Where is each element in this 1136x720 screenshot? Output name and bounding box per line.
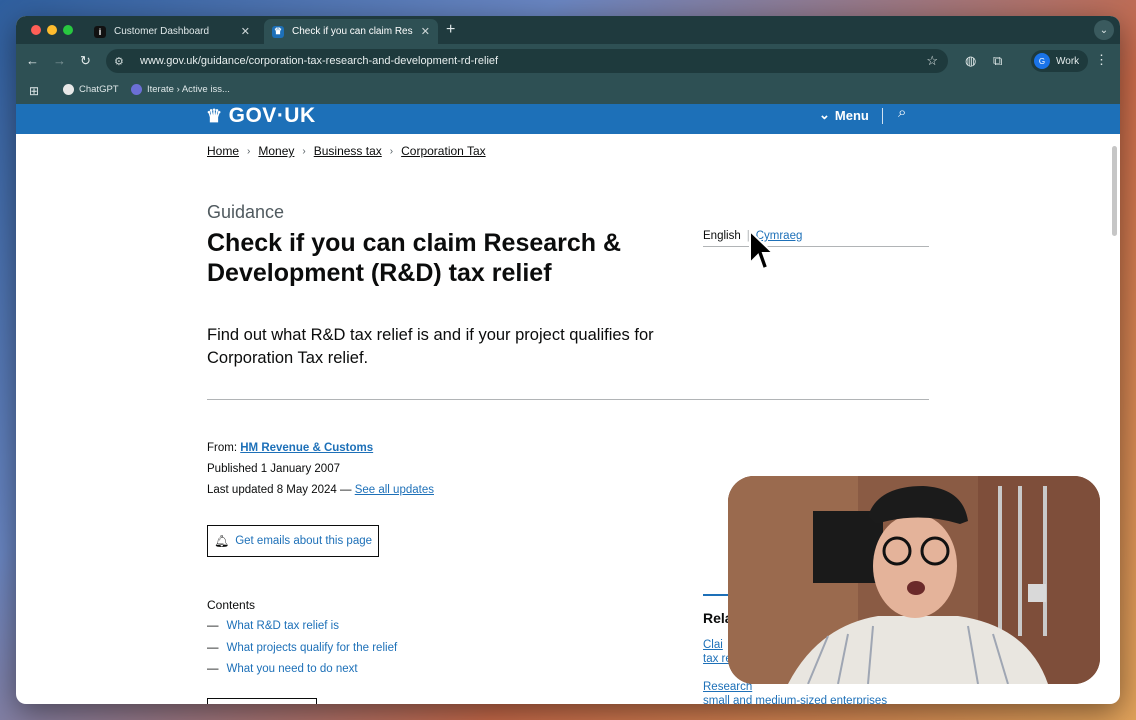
back-arrow-icon[interactable]: ← bbox=[26, 53, 39, 68]
toc-link[interactable]: What R&D tax relief is bbox=[227, 620, 339, 642]
get-emails-button[interactable]: 🔔︎ Get emails about this page bbox=[207, 525, 379, 557]
menu-button[interactable]: ⌄ Menu bbox=[819, 107, 869, 123]
close-window-button[interactable] bbox=[31, 25, 41, 35]
metadata-updated: Last updated 8 May 2024 — See all update… bbox=[207, 484, 434, 496]
lead-paragraph: Find out what R&D tax relief is and if y… bbox=[207, 326, 654, 367]
page-title: Check if you can claim Research & Develo… bbox=[207, 229, 622, 287]
close-tab-icon[interactable]: ✕ bbox=[241, 25, 250, 38]
govuk-crown-icon: ♛ bbox=[272, 25, 284, 38]
minimize-window-button[interactable] bbox=[47, 25, 57, 35]
webcam-video bbox=[728, 476, 1100, 684]
extension-globe-icon[interactable]: ◍ bbox=[965, 53, 976, 69]
chevron-right-icon: › bbox=[247, 145, 251, 157]
related-link-text[interactable]: small and medium-sized enterprises bbox=[703, 695, 887, 704]
breadcrumb: Home › Money › Business tax › Corporatio… bbox=[207, 144, 486, 158]
star-icon[interactable]: ☆ bbox=[926, 53, 938, 69]
bookmark-label: ChatGPT bbox=[79, 84, 119, 95]
bookmark-chatgpt[interactable]: ChatGPT bbox=[63, 84, 119, 95]
section-divider bbox=[207, 399, 929, 400]
see-all-updates-link[interactable]: See all updates bbox=[355, 484, 434, 496]
chevron-right-icon: › bbox=[389, 145, 394, 157]
get-emails-label: Get emails about this page bbox=[235, 535, 373, 547]
chevron-down-icon: ⌄ bbox=[819, 107, 830, 122]
url-text: www.gov.uk/guidance/corporation-tax-rese… bbox=[140, 55, 499, 67]
chatgpt-icon bbox=[63, 84, 74, 95]
toc-link[interactable]: What you need to do next bbox=[227, 663, 358, 685]
contents-heading: Contents bbox=[207, 598, 256, 612]
breadcrumb-business-tax[interactable]: Business tax bbox=[314, 144, 382, 158]
webcam-overlay bbox=[728, 476, 1100, 684]
tab-title: Customer Dashboard bbox=[114, 26, 210, 37]
govuk-logo[interactable]: ♛ GOV·UK bbox=[206, 104, 316, 128]
tab-strip: i Customer Dashboard ✕ ♛ Check if you ca… bbox=[16, 16, 1120, 44]
list-item: — What projects qualify for the relief bbox=[207, 642, 397, 664]
chevron-right-icon: › bbox=[302, 145, 306, 157]
info-icon: i bbox=[94, 25, 106, 38]
metadata-published: Published 1 January 2007 bbox=[207, 463, 340, 475]
metadata-from: From: HM Revenue & Customs bbox=[207, 442, 373, 454]
updated-text: Last updated 8 May 2024 — bbox=[207, 484, 352, 496]
tab-rd-relief[interactable]: ♛ Check if you can claim Researc ✕ bbox=[264, 19, 438, 44]
crown-icon: ♛ bbox=[206, 105, 223, 126]
list-item: — What R&D tax relief is bbox=[207, 620, 397, 642]
bookmarks-bar: ⊞ ChatGPT Iterate › Active iss... bbox=[16, 78, 1120, 104]
language-switcher: English | Cymraeg bbox=[703, 230, 929, 247]
bell-icon: 🔔︎ bbox=[213, 534, 230, 548]
close-tab-icon[interactable]: ✕ bbox=[421, 25, 430, 38]
partial-button[interactable] bbox=[207, 698, 317, 704]
breadcrumb-money[interactable]: Money bbox=[258, 144, 294, 158]
search-icon[interactable]: ⌕ bbox=[898, 104, 906, 121]
reload-icon[interactable]: ↻ bbox=[80, 53, 91, 69]
breadcrumb-corporation-tax[interactable]: Corporation Tax bbox=[401, 144, 486, 158]
menu-label: Menu bbox=[834, 107, 869, 123]
related-link-text[interactable]: Research bbox=[703, 681, 752, 693]
govuk-header: ♛ GOV·UK ⌄ Menu ⌕ bbox=[16, 104, 1120, 134]
related-link-text[interactable]: Clai bbox=[703, 639, 723, 651]
from-label: From: bbox=[207, 442, 238, 454]
govuk-logo-text: GOV·UK bbox=[228, 104, 316, 127]
browser-toolbar: ← → ↻ ⚙ www.gov.uk/guidance/corporation-… bbox=[16, 44, 1120, 78]
address-bar[interactable]: ⚙ www.gov.uk/guidance/corporation-tax-re… bbox=[106, 49, 948, 73]
site-settings-icon[interactable]: ⚙ bbox=[114, 55, 128, 68]
new-tab-icon[interactable]: + bbox=[446, 21, 455, 39]
language-english: English bbox=[703, 230, 741, 242]
linear-icon bbox=[131, 84, 142, 95]
tab-title: Check if you can claim Researc bbox=[292, 26, 413, 37]
bookmark-iterate[interactable]: Iterate › Active iss... bbox=[131, 84, 230, 95]
mouse-cursor-icon bbox=[749, 229, 774, 271]
profile-button[interactable]: G Work bbox=[1031, 50, 1089, 72]
apps-grid-icon[interactable]: ⊞ bbox=[29, 84, 39, 98]
more-menu-icon[interactable]: ⋮ bbox=[1095, 52, 1108, 68]
page-caption: Guidance bbox=[207, 202, 285, 222]
chevron-down-icon[interactable]: ⌄ bbox=[1094, 20, 1114, 40]
contents-list: — What R&D tax relief is — What projects q… bbox=[207, 620, 397, 685]
profile-label: Work bbox=[1056, 55, 1080, 67]
org-link[interactable]: HM Revenue & Customs bbox=[240, 442, 373, 454]
tab-customer-dashboard[interactable]: i Customer Dashboard ✕ bbox=[86, 19, 258, 44]
list-item: — What you need to do next bbox=[207, 663, 397, 685]
header-divider bbox=[882, 108, 883, 124]
bookmark-label: Iterate › Active iss... bbox=[147, 84, 230, 95]
toc-link[interactable]: What projects qualify for the relief bbox=[227, 642, 398, 664]
forward-arrow-icon[interactable]: → bbox=[53, 53, 66, 68]
avatar: G bbox=[1034, 53, 1050, 69]
breadcrumb-home[interactable]: Home bbox=[207, 144, 239, 158]
puzzle-icon[interactable]: ⧉ bbox=[993, 53, 1002, 69]
zoom-window-button[interactable] bbox=[63, 25, 73, 35]
